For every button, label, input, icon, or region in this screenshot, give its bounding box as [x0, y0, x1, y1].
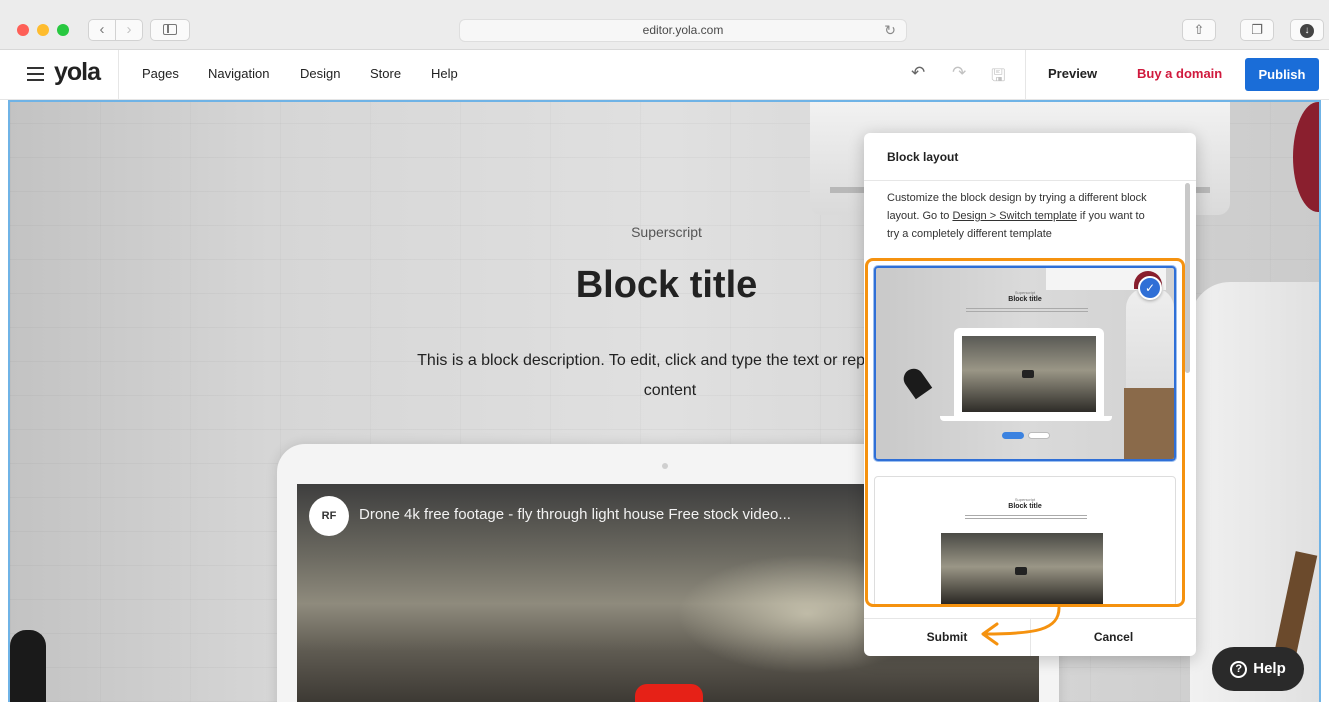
menu-help[interactable]: Help	[431, 66, 458, 81]
preview-button[interactable]: Preview	[1048, 66, 1097, 81]
undo-icon[interactable]: ↶	[911, 63, 925, 83]
minimize-window-button[interactable]	[37, 24, 49, 36]
yola-logo: yola	[54, 58, 101, 86]
publish-button[interactable]: Publish	[1245, 58, 1319, 91]
switch-template-link[interactable]: Design > Switch template	[952, 210, 1076, 222]
address-bar[interactable]: editor.yola.com ↻	[459, 19, 907, 42]
save-icon[interactable]: 🖫	[991, 63, 1005, 92]
buy-domain-button[interactable]: Buy a domain	[1137, 66, 1222, 81]
sidebar-toggle-icon[interactable]	[150, 19, 190, 41]
hamburger-menu-icon[interactable]	[27, 67, 44, 81]
layout-options-highlight	[865, 258, 1185, 607]
background-person	[1190, 282, 1319, 702]
menu-pages[interactable]: Pages	[142, 66, 179, 81]
url-text: editor.yola.com	[642, 23, 724, 37]
question-icon: ?	[1230, 661, 1248, 678]
download-icon: ↓	[1300, 23, 1314, 38]
close-window-button[interactable]	[17, 24, 29, 36]
channel-avatar[interactable]: RF	[309, 496, 349, 536]
downloads-button[interactable]: ↓	[1290, 19, 1324, 41]
video-title[interactable]: Drone 4k free footage - fly through ligh…	[359, 506, 791, 523]
divider	[118, 50, 119, 100]
browser-toolbar: ‹ › editor.yola.com ↻ ⇧ ❐ ↓	[0, 0, 1329, 50]
annotation-arrow	[981, 606, 1061, 646]
background-person-cap	[1293, 102, 1319, 212]
reload-icon[interactable]: ↻	[884, 20, 896, 41]
back-icon[interactable]: ‹	[88, 19, 116, 41]
panel-title: Block layout	[887, 150, 959, 164]
laptop-camera	[662, 463, 668, 469]
redo-icon[interactable]: ↷	[952, 63, 966, 83]
panel-scrollbar[interactable]	[1185, 183, 1190, 373]
forward-icon[interactable]: ›	[115, 19, 143, 41]
editor-toolbar: yola Pages Navigation Design Store Help …	[0, 50, 1329, 100]
menu-navigation[interactable]: Navigation	[208, 66, 269, 81]
help-label: Help	[1253, 660, 1286, 677]
tabs-overview-icon[interactable]: ❐	[1240, 19, 1274, 41]
maximize-window-button[interactable]	[57, 24, 69, 36]
selected-check-icon: ✓	[1138, 276, 1162, 300]
help-button[interactable]: ? Help	[1212, 647, 1304, 691]
panel-header: Block layout	[864, 133, 1196, 181]
share-icon[interactable]: ⇧	[1182, 19, 1216, 41]
background-lamp	[10, 630, 46, 702]
play-icon[interactable]	[635, 684, 703, 702]
menu-store[interactable]: Store	[370, 66, 401, 81]
menu-design[interactable]: Design	[300, 66, 340, 81]
divider	[1025, 50, 1026, 100]
panel-description: Customize the block design by trying a d…	[887, 192, 1147, 240]
block-layout-panel: Block layout Customize the block design …	[864, 133, 1196, 656]
